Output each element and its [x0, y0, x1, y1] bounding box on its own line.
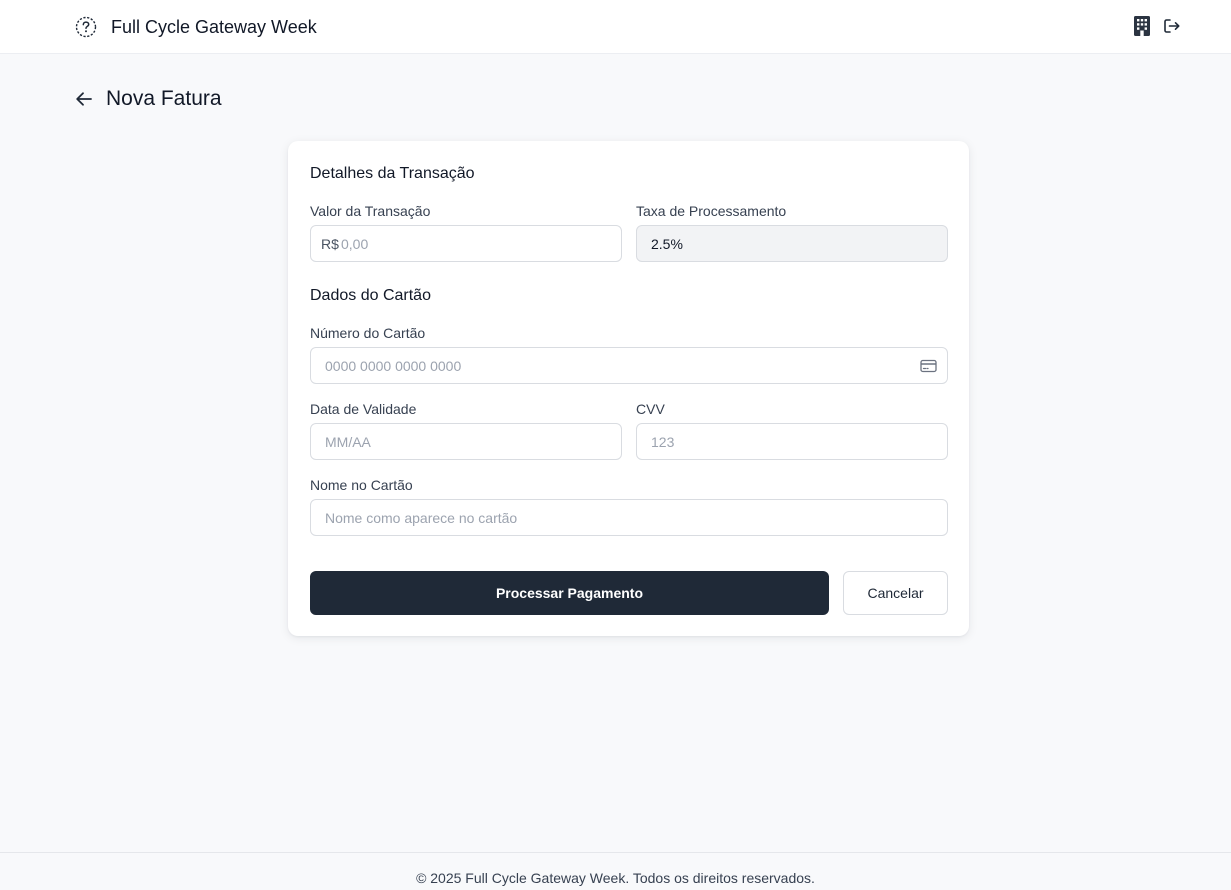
logout-icon[interactable]	[1163, 15, 1183, 37]
card-name-input[interactable]	[310, 499, 948, 536]
invoice-form-card: Detalhes da Transação Valor da Transação…	[288, 141, 969, 636]
fee-value: 2.5%	[636, 225, 948, 262]
page-title: Nova Fatura	[106, 87, 222, 110]
footer-text: © 2025 Full Cycle Gateway Week. Todos os…	[416, 870, 815, 886]
header-actions	[1133, 15, 1183, 37]
fee-label: Taxa de Processamento	[636, 203, 787, 219]
currency-prefix: R$	[321, 236, 339, 252]
card-number-label: Número do Cartão	[310, 325, 426, 341]
app-title: Full Cycle Gateway Week	[111, 16, 317, 37]
cancel-button[interactable]: Cancelar	[843, 571, 948, 615]
card-name-label: Nome no Cartão	[310, 477, 413, 493]
transaction-section-title: Detalhes da Transação	[310, 165, 475, 182]
process-payment-button[interactable]: Processar Pagamento	[310, 571, 829, 615]
cvv-input[interactable]	[636, 423, 948, 460]
amount-label: Valor da Transação	[310, 203, 431, 219]
credit-card-icon	[920, 359, 937, 373]
expiry-input[interactable]	[310, 423, 622, 460]
brand: Full Cycle Gateway Week	[75, 15, 317, 39]
building-icon[interactable]	[1133, 15, 1153, 37]
arrow-left-icon[interactable]	[75, 90, 93, 108]
card-number-input[interactable]	[310, 347, 948, 384]
amount-field: R$	[310, 225, 622, 262]
footer: © 2025 Full Cycle Gateway Week. Todos os…	[0, 852, 1231, 890]
card-section-title: Dados do Cartão	[310, 287, 431, 304]
help-circle-icon[interactable]	[75, 16, 97, 38]
expiry-label: Data de Validade	[310, 401, 417, 417]
amount-input[interactable]	[310, 225, 622, 262]
page-header: Nova Fatura	[75, 86, 222, 112]
cvv-label: CVV	[636, 401, 665, 417]
top-header: Full Cycle Gateway Week	[0, 0, 1231, 54]
